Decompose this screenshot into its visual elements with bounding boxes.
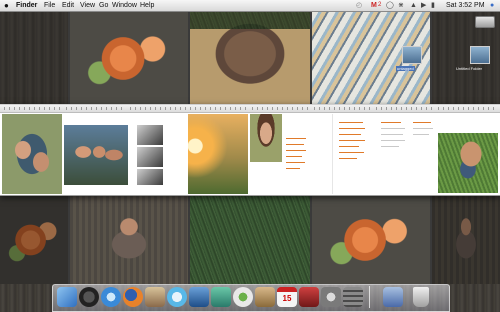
system-preferences-icon[interactable] bbox=[321, 287, 341, 307]
wifi-icon[interactable]: ▲ bbox=[410, 0, 417, 11]
folder-icon[interactable] bbox=[470, 46, 490, 64]
menu-go[interactable]: Go bbox=[99, 0, 108, 11]
menu-view[interactable]: View bbox=[80, 0, 95, 11]
ical-date: 15 bbox=[282, 294, 292, 303]
text-line bbox=[381, 146, 399, 147]
itunes-icon[interactable] bbox=[167, 287, 187, 307]
text-line bbox=[339, 152, 364, 153]
text-line bbox=[339, 140, 365, 141]
firefox-icon[interactable] bbox=[123, 287, 143, 307]
ruler-ticks bbox=[130, 107, 186, 110]
text-line bbox=[339, 134, 361, 135]
wallpaper-tile-roses bbox=[70, 11, 188, 106]
battery-icon[interactable]: ▮ bbox=[431, 0, 435, 11]
ruler-ticks bbox=[190, 107, 246, 110]
text-line bbox=[339, 158, 357, 159]
photoshop-icon[interactable] bbox=[189, 287, 209, 307]
ical-icon[interactable]: 15 bbox=[277, 287, 297, 307]
desktop-icon-label[interactable]: Untitled Folder bbox=[455, 66, 483, 71]
bw-photo bbox=[136, 168, 164, 186]
ruler-ticks bbox=[314, 107, 370, 110]
finder-icon[interactable] bbox=[57, 287, 77, 307]
calculator-icon[interactable] bbox=[343, 287, 363, 307]
ruler-ticks bbox=[376, 107, 432, 110]
text-line bbox=[381, 140, 405, 141]
text-line bbox=[286, 168, 300, 169]
text-line bbox=[413, 128, 433, 129]
ruler-ticks bbox=[252, 107, 308, 110]
desktop-icon-label[interactable]: untagged bbox=[396, 66, 415, 71]
photo-booth-icon[interactable] bbox=[299, 287, 319, 307]
menu-bar: ● Finder File Edit View Go Window Help ◴… bbox=[0, 0, 500, 12]
wallpaper-tile-grass-top bbox=[190, 11, 310, 29]
menubar-clock[interactable]: Sat 3:52 PM bbox=[446, 0, 485, 11]
wallpaper-tile-woman bbox=[70, 196, 188, 284]
page-photo-face[interactable] bbox=[250, 114, 282, 162]
page-text-orange[interactable] bbox=[282, 114, 330, 194]
downloads-stack-icon[interactable] bbox=[383, 287, 403, 307]
page-photo-sunset[interactable] bbox=[188, 114, 248, 194]
menu-window[interactable]: Window bbox=[112, 0, 137, 11]
wallpaper-tile-roses-right bbox=[312, 196, 430, 284]
page-photo-grass[interactable] bbox=[438, 133, 498, 193]
wallpaper-tile-grass bbox=[190, 196, 310, 284]
page-photo-group[interactable] bbox=[64, 125, 128, 185]
bw-photo bbox=[136, 146, 164, 168]
text-line bbox=[339, 122, 363, 123]
text-line bbox=[381, 134, 403, 135]
wallpaper-tile-wood bbox=[0, 11, 68, 106]
dreamweaver-icon[interactable] bbox=[211, 287, 231, 307]
text-line bbox=[381, 128, 405, 129]
photo-book-strip[interactable] bbox=[0, 104, 500, 196]
time-machine-icon[interactable]: ◴ bbox=[356, 0, 362, 11]
menu-finder[interactable]: Finder bbox=[16, 0, 37, 11]
wallpaper-tile-roses-left bbox=[0, 196, 68, 284]
gmail-notifier-icon[interactable]: M bbox=[371, 0, 377, 11]
text-line bbox=[286, 144, 304, 145]
volume-icon[interactable]: ▶ bbox=[421, 0, 426, 11]
text-line bbox=[413, 122, 431, 123]
preview-icon[interactable] bbox=[145, 287, 165, 307]
text-line bbox=[286, 150, 306, 151]
spotlight-icon[interactable]: ● bbox=[490, 0, 494, 11]
strip-ruler bbox=[0, 105, 500, 113]
page-text-columns[interactable] bbox=[332, 114, 437, 194]
sync-icon[interactable]: ◯ bbox=[386, 0, 394, 11]
dashboard-icon[interactable] bbox=[79, 287, 99, 307]
wallpaper-tile-woman-right bbox=[432, 196, 500, 284]
text-line bbox=[413, 134, 429, 135]
text-line bbox=[381, 122, 401, 123]
bw-photo bbox=[136, 124, 164, 146]
contribute-icon[interactable] bbox=[233, 287, 253, 307]
ruler-ticks bbox=[66, 107, 122, 110]
mail-badge: 2 bbox=[378, 2, 382, 8]
menu-edit[interactable]: Edit bbox=[62, 0, 74, 11]
text-line bbox=[339, 146, 359, 147]
hard-drive-icon[interactable] bbox=[475, 16, 495, 28]
safari-icon[interactable] bbox=[101, 287, 121, 307]
page-photo-couple[interactable] bbox=[2, 114, 62, 194]
trash-icon[interactable] bbox=[413, 287, 429, 307]
apple-logo-icon[interactable]: ● bbox=[4, 0, 9, 11]
menu-file[interactable]: File bbox=[44, 0, 55, 11]
menu-help[interactable]: Help bbox=[140, 0, 154, 11]
folder-icon[interactable] bbox=[402, 46, 422, 64]
text-line bbox=[286, 156, 302, 157]
dock-separator bbox=[369, 286, 370, 308]
text-line bbox=[286, 162, 305, 163]
dock: 15 bbox=[52, 284, 450, 312]
address-book-icon[interactable] bbox=[255, 287, 275, 307]
ruler-ticks bbox=[438, 107, 494, 110]
page-bw-collage[interactable] bbox=[130, 114, 186, 194]
ruler-ticks bbox=[4, 107, 60, 110]
text-line bbox=[339, 128, 365, 129]
bluetooth-icon[interactable]: ⋇ bbox=[398, 0, 404, 11]
text-line bbox=[286, 138, 306, 139]
